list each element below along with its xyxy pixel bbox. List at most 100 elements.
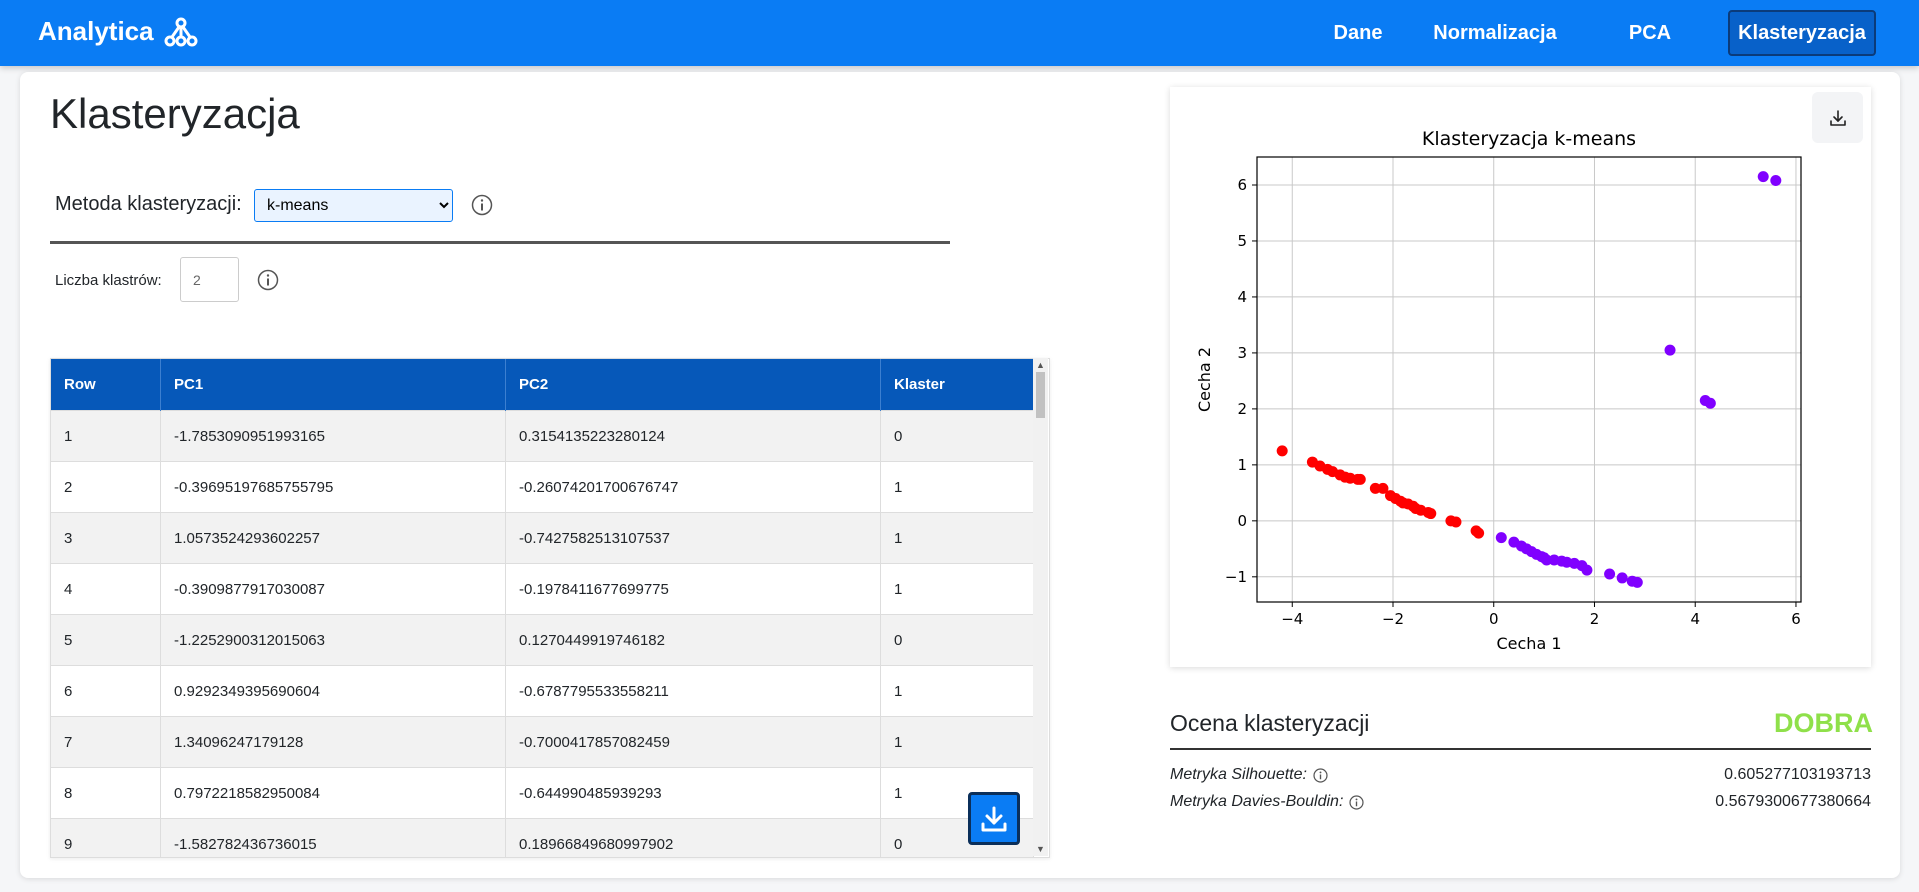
y-axis-label: Cecha 2	[1195, 347, 1214, 412]
table-cell: -0.1978411677699775	[505, 563, 881, 615]
brand-name[interactable]: Analytica	[38, 16, 154, 47]
plot-frame	[1256, 156, 1802, 603]
page-title: Klasteryzacja	[50, 90, 300, 137]
table-row[interactable]: 7 1.34096247179128 -0.7000417857082459 1	[51, 716, 1034, 768]
table-row[interactable]: 5 -1.2252900312015063 0.1270449919746182 0	[51, 614, 1034, 666]
data-point-cluster-0	[1473, 527, 1485, 539]
method-select[interactable]: k-means	[254, 189, 453, 222]
table-row[interactable]: 4 -0.3909877917030087 -0.1978411677699775 1	[51, 563, 1034, 615]
column-header[interactable]: Row	[51, 359, 161, 411]
info-icon[interactable]	[1349, 794, 1364, 810]
table-cell: 0.1270449919746182	[505, 614, 881, 666]
table-scrollbar[interactable]: ▲ ▼	[1033, 358, 1048, 856]
table-cell: 2	[51, 461, 161, 513]
table-cell: 9	[51, 818, 161, 857]
nav-pca[interactable]: PCA	[1610, 10, 1690, 56]
table-row[interactable]: 3 1.0573524293602257 -0.7427582513107537 1	[51, 512, 1034, 564]
data-point-cluster-1	[1664, 344, 1676, 356]
data-point-cluster-1	[1704, 397, 1716, 409]
nav-dane[interactable]: Dane	[1308, 10, 1408, 56]
divider	[50, 241, 950, 244]
table-cell: 0.3154135223280124	[505, 410, 881, 462]
table-cell: -0.7000417857082459	[505, 716, 881, 768]
scroll-up-arrow-icon[interactable]: ▲	[1036, 360, 1045, 370]
data-table: Row PC1 PC2 Klaster 1 -1.7853090951993165…	[51, 359, 1034, 857]
silhouette-value: 0.605277103193713	[1724, 766, 1871, 783]
table-cell: 0	[880, 410, 1034, 462]
info-icon[interactable]	[1313, 767, 1328, 783]
download-table-button[interactable]	[968, 792, 1020, 845]
table-cell: 4	[51, 563, 161, 615]
x-tick-label: −2	[1382, 610, 1404, 628]
table-cell: 1	[880, 716, 1034, 768]
data-point-cluster-1	[1757, 171, 1769, 183]
table-cell: -0.3909877917030087	[160, 563, 506, 615]
download-icon	[981, 806, 1007, 831]
table-cell: 3	[51, 512, 161, 564]
data-point-cluster-1	[1604, 568, 1616, 580]
navbar: Analytica Dane Normalizacja PCA Klastery…	[0, 0, 1919, 66]
y-tick-label: 1	[1237, 456, 1247, 474]
scroll-thumb[interactable]	[1036, 372, 1045, 418]
silhouette-label: Metryka Silhouette:	[1170, 766, 1307, 783]
table-cell: -0.39695197685755795	[160, 461, 506, 513]
table-row[interactable]: 2 -0.39695197685755795 -0.2607420170067674…	[51, 461, 1034, 513]
network-logo-icon	[164, 17, 198, 46]
nav-klasteryzacja[interactable]: Klasteryzacja	[1728, 10, 1876, 56]
data-point-cluster-0	[1276, 445, 1288, 457]
column-header[interactable]: PC1	[160, 359, 506, 411]
table-row[interactable]: 9 -1.582782436736015 0.18966849680997902 0	[51, 818, 1034, 857]
data-point-cluster-0	[1450, 516, 1462, 528]
y-tick-label: 5	[1237, 232, 1247, 250]
table-cell: -1.582782436736015	[160, 818, 506, 857]
data-point-cluster-0	[1354, 473, 1366, 485]
info-icon[interactable]	[471, 194, 493, 216]
table-row[interactable]: 1 -1.7853090951993165 0.3154135223280124 0	[51, 410, 1034, 462]
chart-title: Klasteryzacja k-means	[1422, 128, 1636, 150]
column-header[interactable]: Klaster	[880, 359, 1034, 411]
davies-bouldin-value: 0.5679300677380664	[1715, 793, 1871, 810]
table-cell: -0.7427582513107537	[505, 512, 881, 564]
table-cell: 1	[880, 665, 1034, 717]
table-cell: -0.26074201700676747	[505, 461, 881, 513]
silhouette-label-row: Metryka Silhouette:	[1170, 766, 1328, 784]
table-cell: 5	[51, 614, 161, 666]
table-row[interactable]: 8 0.7972218582950084 -0.644990485939293 1	[51, 767, 1034, 819]
download-chart-button[interactable]	[1812, 92, 1863, 143]
clusters-input[interactable]	[180, 257, 239, 302]
data-point-cluster-1	[1581, 564, 1593, 576]
y-tick-label: 4	[1237, 288, 1247, 306]
table-header-row: Row PC1 PC2 Klaster	[51, 359, 1034, 411]
table-row[interactable]: 6 0.9292349395690604 -0.6787795533558211 1	[51, 665, 1034, 717]
method-label: Metoda klasteryzacji:	[55, 193, 242, 215]
y-tick-label: 3	[1237, 344, 1247, 362]
scatter-chart: −4 −2 0 2 4 6 −1 0 1 2 3 4 5 6 Klasteryzacja k-means Ce…	[1195, 128, 1802, 653]
data-table-container[interactable]: Row PC1 PC2 Klaster 1 -1.7853090951993165…	[50, 358, 1050, 858]
data-point-cluster-0	[1425, 508, 1437, 520]
column-header[interactable]: PC2	[505, 359, 881, 411]
brand[interactable]: Analytica	[38, 16, 198, 47]
table-cell: 1	[880, 461, 1034, 513]
table-cell: 0.18966849680997902	[505, 818, 881, 857]
download-icon	[1829, 109, 1846, 126]
table-cell: 6	[51, 665, 161, 717]
evaluation-title: Ocena klasteryzacji	[1170, 710, 1370, 736]
data-point-cluster-1	[1495, 532, 1507, 544]
table-cell: 1.34096247179128	[160, 716, 506, 768]
table-cell: 0	[880, 614, 1034, 666]
table-cell: -0.644990485939293	[505, 767, 881, 819]
y-tick-label: 0	[1237, 512, 1247, 530]
x-tick-label: 0	[1489, 610, 1499, 628]
table-cell: 7	[51, 716, 161, 768]
x-axis-label: Cecha 1	[1496, 634, 1561, 653]
chart-card: −4 −2 0 2 4 6 −1 0 1 2 3 4 5 6 Klasteryzacja k-means Ce…	[1170, 87, 1871, 667]
x-tick-label: 6	[1791, 610, 1801, 628]
davies-bouldin-label: Metryka Davies-Bouldin:	[1170, 793, 1344, 810]
x-tick-label: 2	[1590, 610, 1600, 628]
evaluation-badge: DOBRA	[1774, 708, 1873, 738]
scroll-down-arrow-icon[interactable]: ▼	[1036, 844, 1045, 854]
data-point-cluster-1	[1770, 175, 1782, 187]
info-icon[interactable]	[257, 269, 279, 291]
nav-normalizacja[interactable]: Normalizacja	[1420, 10, 1570, 56]
y-tick-label: −1	[1225, 568, 1247, 586]
